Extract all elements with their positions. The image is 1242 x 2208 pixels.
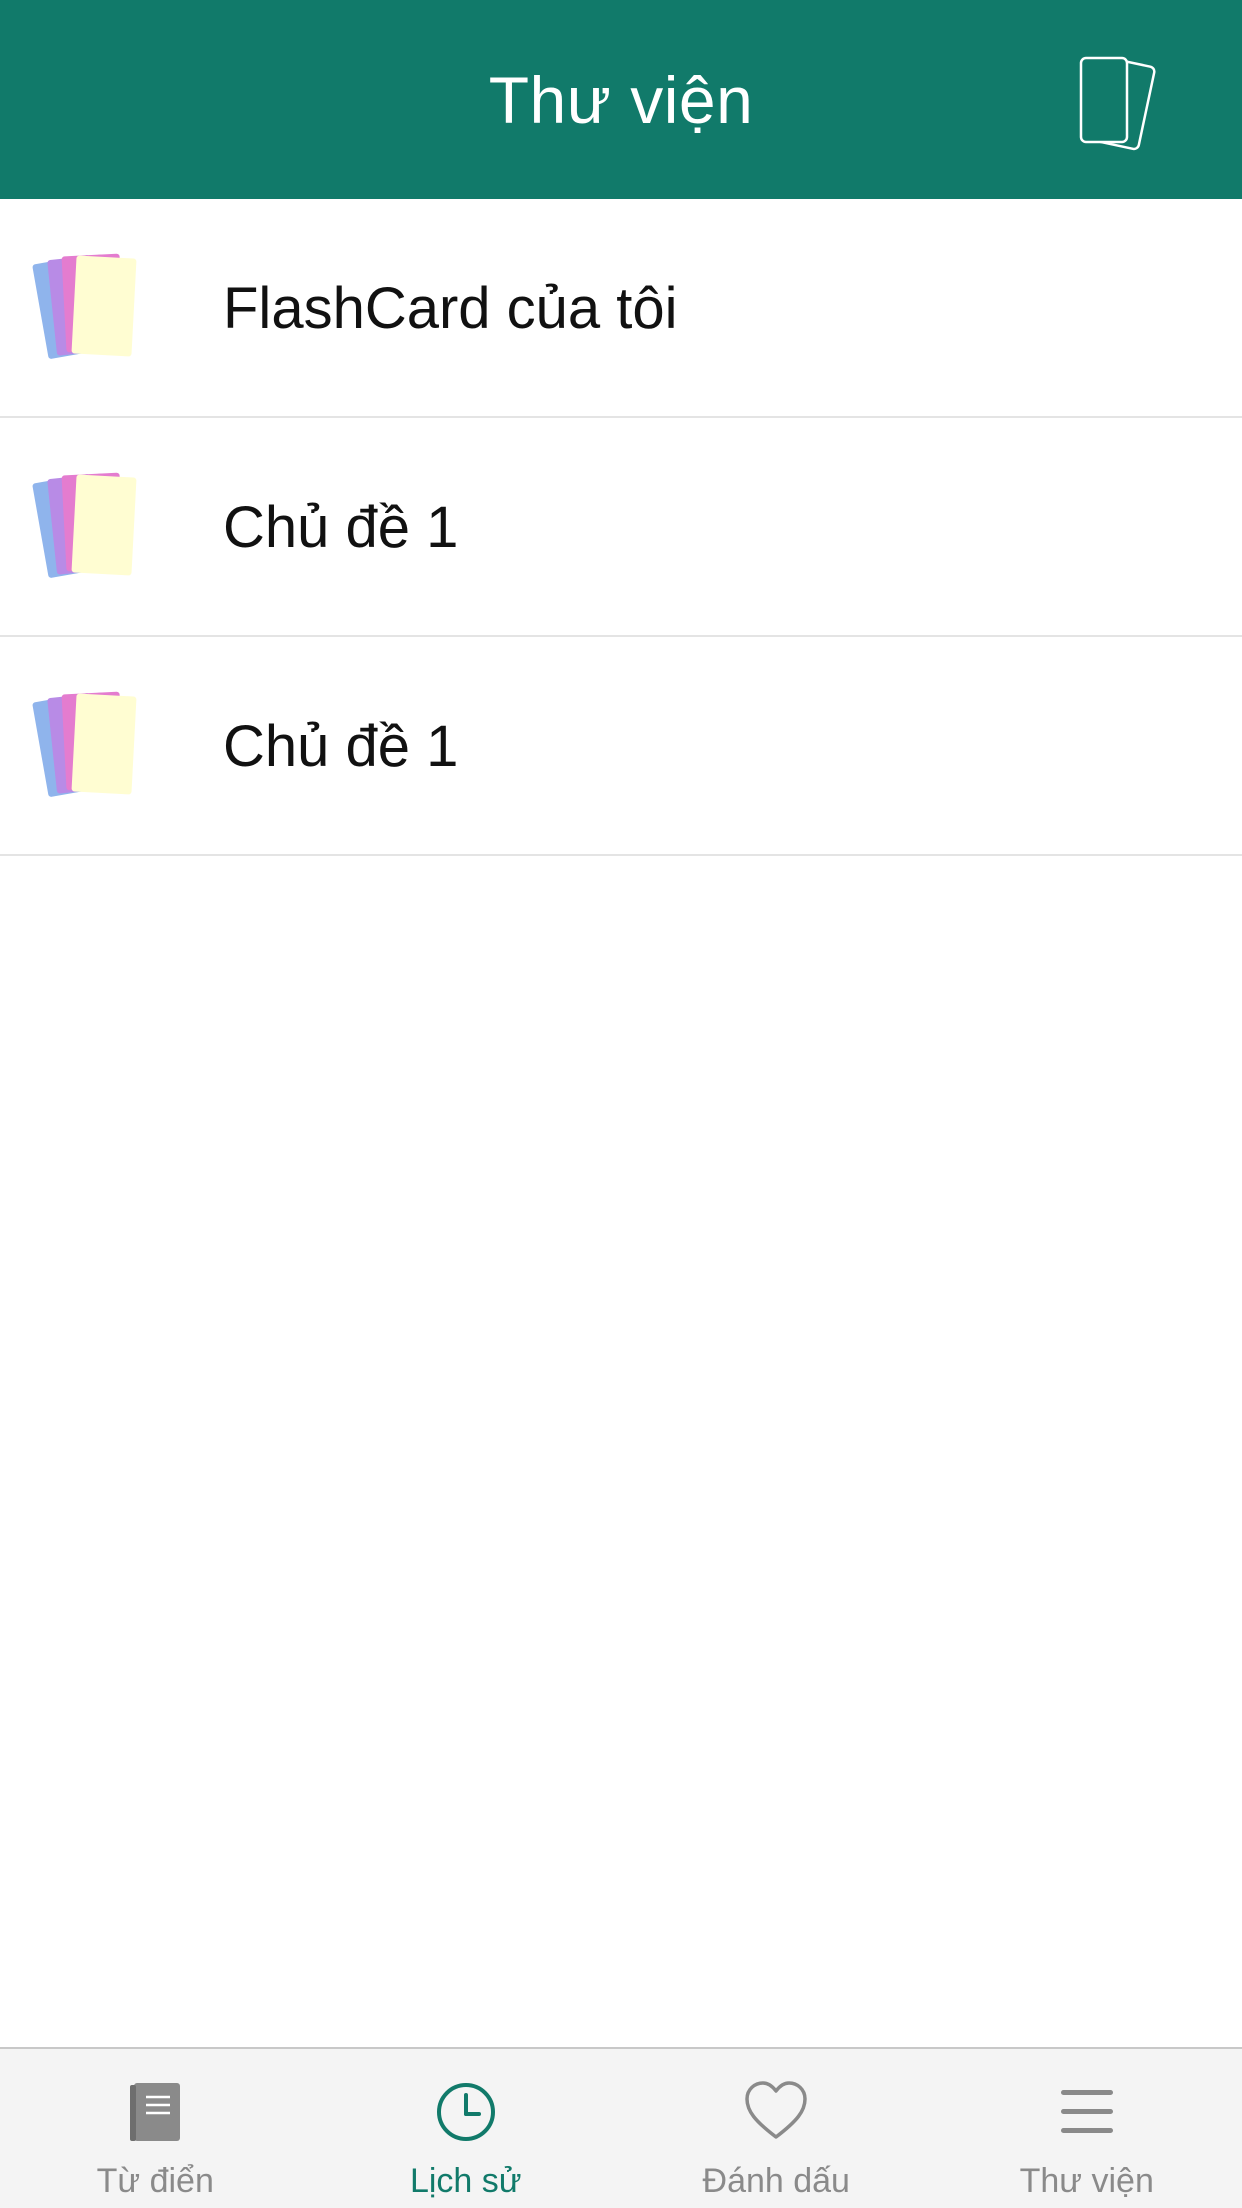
list-item[interactable]: Chủ đề 1 xyxy=(0,637,1242,856)
tab-library[interactable]: Thư viện xyxy=(932,2049,1242,2208)
list-item-label: FlashCard của tôi xyxy=(223,276,678,341)
dictionary-book-icon xyxy=(130,2083,181,2141)
tab-label: Đánh dấu xyxy=(702,2162,850,2200)
tab-bookmarks[interactable]: Đánh dấu xyxy=(621,2049,932,2208)
list-item-label: Chủ đề 1 xyxy=(223,495,459,560)
library-screen: Thư viện FlashCard của tôi Chủ đề 1 Chủ … xyxy=(0,0,1242,2208)
card-deck-icon xyxy=(32,472,137,578)
clock-icon xyxy=(436,2083,495,2141)
list-item[interactable]: FlashCard của tôi xyxy=(0,199,1242,418)
page-title: Thư viện xyxy=(488,63,754,137)
list-item[interactable]: Chủ đề 1 xyxy=(0,418,1242,637)
heart-icon xyxy=(745,2081,807,2139)
tab-label: Thư viện xyxy=(1019,2162,1154,2200)
list-item-label: Chủ đề 1 xyxy=(223,714,459,779)
flashcards-icon xyxy=(1079,56,1156,151)
tab-label: Từ điển xyxy=(96,2162,214,2200)
tab-dictionary[interactable]: Từ điển xyxy=(0,2049,311,2208)
nav-header: Thư viện xyxy=(0,0,1242,199)
flashcards-button[interactable] xyxy=(1068,52,1178,156)
card-deck-icon xyxy=(32,691,137,797)
bottom-tab-bar: Từ điển Lịch sử Đánh dấu Thư viện xyxy=(0,2047,1242,2208)
tab-history[interactable]: Lịch sử xyxy=(311,2049,622,2208)
menu-icon xyxy=(1060,2090,1113,2133)
card-deck-icon xyxy=(32,253,137,359)
deck-list: FlashCard của tôi Chủ đề 1 Chủ đề 1 xyxy=(0,199,1242,856)
tab-label: Lịch sử xyxy=(409,2162,522,2200)
